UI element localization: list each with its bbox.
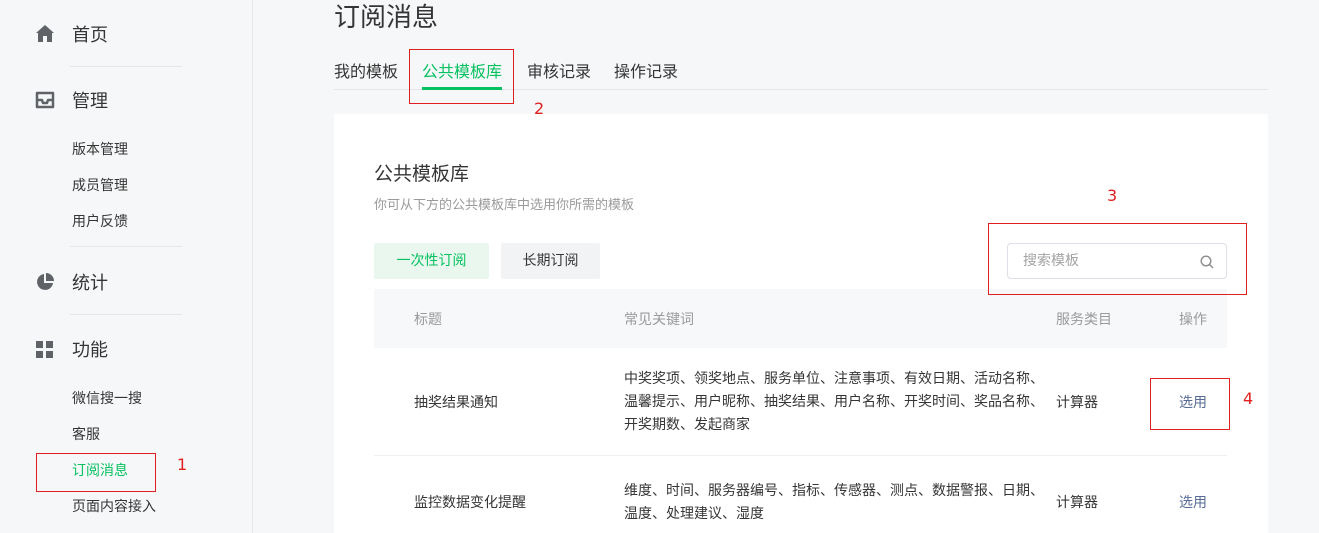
header-action: 操作 — [1179, 312, 1207, 328]
keywords-line: 维度、时间、服务器编号、指标、传感器、测点、数据警报、日期、 — [624, 483, 1044, 499]
inbox-icon — [34, 89, 56, 111]
divider — [70, 66, 182, 67]
library-description: 你可从下方的公共模板库中选用你所需的模板 — [374, 198, 635, 213]
row-keywords: 中奖奖项、领奖地点、服务单位、注意事项、有效日期、活动名称、 温馨提示、用户昵称… — [624, 368, 1044, 437]
page-title: 订阅消息 — [334, 3, 439, 33]
table-row: 监控数据变化提醒 维度、时间、服务器编号、指标、传感器、测点、数据警报、日期、 … — [374, 456, 1227, 533]
nav-item-wechat-search[interactable]: 微信搜一搜 — [72, 389, 142, 409]
nav-item-feedback[interactable]: 用户反馈 — [72, 212, 128, 232]
row-title: 监控数据变化提醒 — [414, 495, 526, 511]
library-title: 公共模板库 — [374, 163, 470, 185]
app-root: 首页 管理 版本管理 成员管理 用户反馈 统计 功能 微信搜一搜 客服 订阅消息… — [0, 0, 1319, 533]
row-title: 抽奖结果通知 — [414, 395, 498, 411]
nav-item-members[interactable]: 成员管理 — [72, 176, 128, 196]
nav-home[interactable]: 首页 — [34, 19, 108, 49]
annotation-number-3: 3 — [1107, 186, 1118, 205]
library-card: 公共模板库 你可从下方的公共模板库中选用你所需的模板 一次性订阅 长期订阅 标题… — [334, 114, 1268, 533]
nav-features-label: 功能 — [72, 340, 108, 361]
keywords-line: 温度、处理建议、湿度 — [624, 506, 764, 522]
row-category: 计算器 — [1056, 495, 1098, 511]
divider — [70, 314, 182, 315]
nav-item-page-content[interactable]: 页面内容接入 — [72, 497, 156, 517]
nav-manage[interactable]: 管理 — [34, 85, 108, 115]
tab-review-records[interactable]: 审核记录 — [527, 60, 591, 84]
nav-features[interactable]: 功能 — [34, 334, 108, 364]
annotation-box-3 — [988, 223, 1247, 295]
header-title: 标题 — [414, 312, 442, 328]
row-keywords: 维度、时间、服务器编号、指标、传感器、测点、数据警报、日期、 温度、处理建议、湿… — [624, 480, 1044, 526]
keywords-line: 温馨提示、用户昵称、抽奖结果、用户名称、开奖时间、奖品名称、 — [624, 394, 1044, 410]
annotation-number-4: 4 — [1243, 389, 1254, 408]
table-row: 抽奖结果通知 中奖奖项、领奖地点、服务单位、注意事项、有效日期、活动名称、 温馨… — [374, 348, 1227, 456]
nav-stats[interactable]: 统计 — [34, 267, 108, 297]
select-template-button[interactable]: 选用 — [1179, 492, 1207, 512]
pie-chart-icon — [34, 271, 56, 293]
divider — [70, 246, 182, 247]
keywords-line: 开奖期数、发起商家 — [624, 417, 750, 433]
nav-item-version[interactable]: 版本管理 — [72, 140, 128, 160]
grid-icon — [34, 338, 56, 360]
one-time-subscription-button[interactable]: 一次性订阅 — [374, 243, 489, 279]
nav-manage-label: 管理 — [72, 91, 108, 112]
tab-operation-records[interactable]: 操作记录 — [614, 60, 678, 84]
annotation-number-2: 2 — [534, 99, 545, 118]
tab-my-templates[interactable]: 我的模板 — [334, 60, 398, 84]
annotation-box-1 — [36, 453, 156, 492]
long-term-subscription-button[interactable]: 长期订阅 — [501, 243, 600, 279]
header-keywords: 常见关键词 — [624, 312, 694, 328]
annotation-box-4 — [1150, 378, 1230, 430]
table-header: 标题 常见关键词 服务类目 操作 — [374, 289, 1227, 348]
nav-item-customer-service[interactable]: 客服 — [72, 425, 100, 445]
header-category: 服务类目 — [1056, 312, 1112, 328]
nav-home-label: 首页 — [72, 25, 108, 46]
nav-stats-label: 统计 — [72, 273, 108, 294]
annotation-box-2 — [409, 49, 514, 104]
row-category: 计算器 — [1056, 395, 1098, 411]
home-icon — [34, 23, 56, 45]
annotation-number-1: 1 — [177, 455, 188, 474]
keywords-line: 中奖奖项、领奖地点、服务单位、注意事项、有效日期、活动名称、 — [624, 371, 1044, 387]
